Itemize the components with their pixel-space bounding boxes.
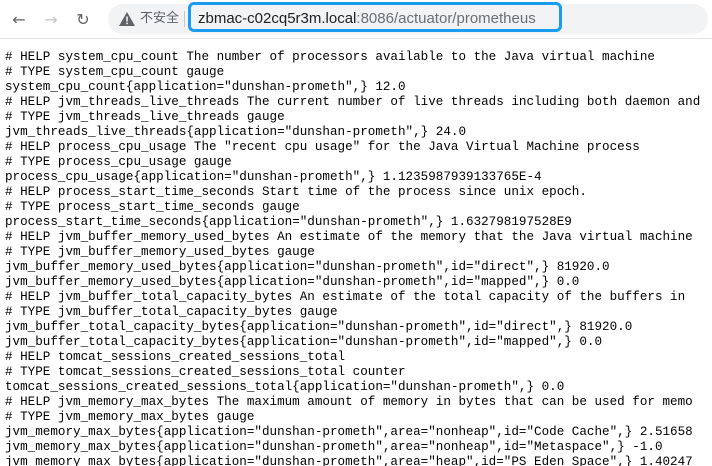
metrics-line: # TYPE tomcat_sessions_created_sessions_… <box>5 365 406 379</box>
metrics-line: # TYPE jvm_threads_live_threads gauge <box>5 110 285 124</box>
metrics-line: # HELP tomcat_sessions_created_sessions_… <box>5 350 346 364</box>
metrics-line: jvm_memory_max_bytes{application="dunsha… <box>5 455 693 466</box>
url-text[interactable]: zbmac-c02cq5r3m.local:8086/actuator/prom… <box>198 10 536 28</box>
url-host: zbmac-c02cq5r3m.local <box>198 10 357 27</box>
address-bar[interactable]: 不安全 zbmac-c02cq5r3m.local:8086/actuator/… <box>108 2 708 34</box>
metrics-line: # TYPE process_start_time_seconds gauge <box>5 200 300 214</box>
address-separator <box>184 11 185 27</box>
browser-toolbar: ← → ↻ 不安全 zbmac-c02cq5r3m.local:8086/act… <box>0 0 712 39</box>
url-path: :8086/actuator/prometheus <box>356 10 536 27</box>
forward-arrow-icon[interactable]: → <box>40 8 62 30</box>
metrics-line: # HELP jvm_buffer_memory_used_bytes An e… <box>5 230 693 244</box>
metrics-line: # TYPE jvm_buffer_total_capacity_bytes g… <box>5 305 338 319</box>
metrics-line: jvm_memory_max_bytes{application="dunsha… <box>5 425 693 439</box>
security-status-label[interactable]: 不安全 <box>140 10 179 28</box>
metrics-line: jvm_buffer_total_capacity_bytes{applicat… <box>5 320 633 334</box>
metrics-text: # HELP system_cpu_count The number of pr… <box>5 50 712 466</box>
metrics-line: # HELP process_cpu_usage The "recent cpu… <box>5 140 640 154</box>
metrics-line: # HELP jvm_threads_live_threads The curr… <box>5 95 701 109</box>
metrics-line: # TYPE system_cpu_count gauge <box>5 65 225 79</box>
metrics-line: # TYPE jvm_memory_max_bytes gauge <box>5 410 255 424</box>
reload-icon[interactable]: ↻ <box>72 8 94 30</box>
back-arrow-icon[interactable]: ← <box>8 8 30 30</box>
metrics-line: tomcat_sessions_created_sessions_total{a… <box>5 380 565 394</box>
metrics-line: process_cpu_usage{application="dunshan-p… <box>5 170 542 184</box>
metrics-line: # TYPE process_cpu_usage gauge <box>5 155 232 169</box>
metrics-line: jvm_buffer_memory_used_bytes{application… <box>5 275 580 289</box>
metrics-line: jvm_memory_max_bytes{application="dunsha… <box>5 440 663 454</box>
warning-icon[interactable] <box>118 10 136 28</box>
metrics-line: # HELP jvm_memory_max_bytes The maximum … <box>5 395 693 409</box>
metrics-line: # HELP jvm_buffer_total_capacity_bytes A… <box>5 290 686 304</box>
metrics-line: # HELP system_cpu_count The number of pr… <box>5 50 655 64</box>
metrics-line: process_start_time_seconds{application="… <box>5 215 572 229</box>
metrics-line: jvm_threads_live_threads{application="du… <box>5 125 467 139</box>
metrics-line: jvm_buffer_memory_used_bytes{application… <box>5 260 610 274</box>
metrics-line: # TYPE jvm_buffer_memory_used_bytes gaug… <box>5 245 315 259</box>
metrics-line: system_cpu_count{application="dunshan-pr… <box>5 80 406 94</box>
metrics-line: jvm_buffer_total_capacity_bytes{applicat… <box>5 335 603 349</box>
metrics-line: # HELP process_start_time_seconds Start … <box>5 185 587 199</box>
